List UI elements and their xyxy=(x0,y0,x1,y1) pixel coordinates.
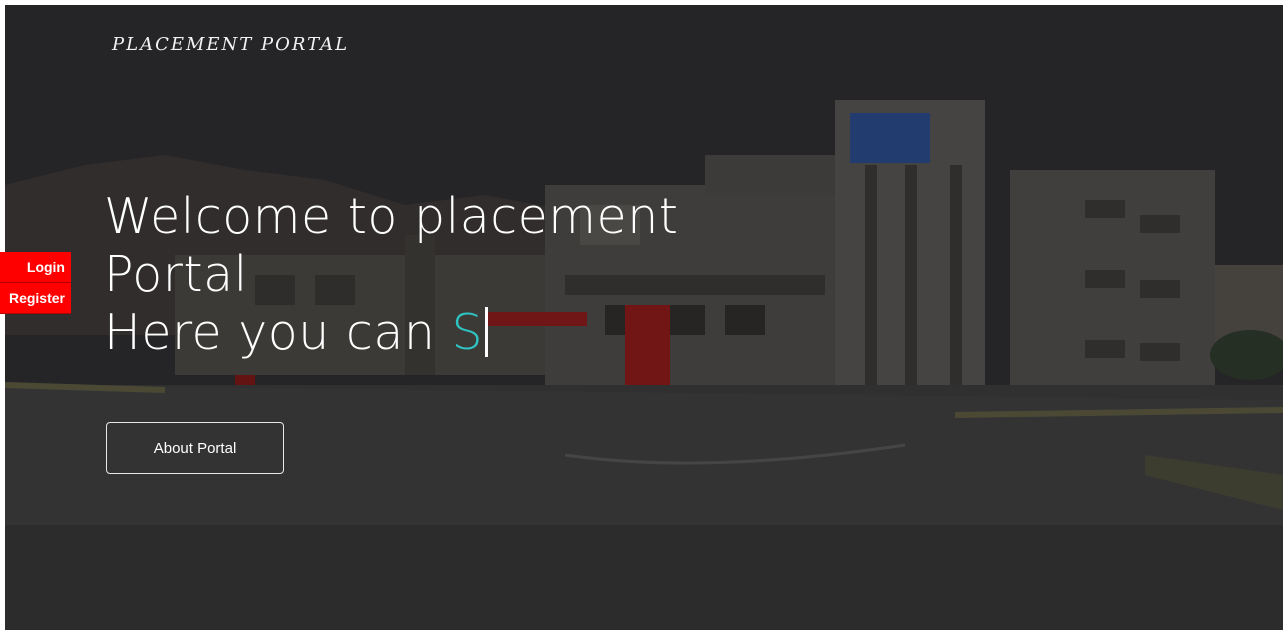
headline-line-3: Here you can S xyxy=(104,304,804,362)
headline-line-3-prefix: Here you can xyxy=(104,304,452,361)
login-tab[interactable]: Login xyxy=(0,252,71,283)
register-tab[interactable]: Register xyxy=(0,283,71,314)
typing-cursor xyxy=(485,307,489,357)
headline-line-2: Portal xyxy=(104,246,248,303)
hero-headline: Welcome to placement Portal Here you can… xyxy=(104,188,804,362)
side-nav: Login Register xyxy=(0,252,71,314)
typed-text: S xyxy=(451,304,484,361)
headline-line-1: Welcome to placement xyxy=(104,188,679,245)
about-portal-button[interactable]: About Portal xyxy=(106,422,284,474)
site-logo[interactable]: PLACEMENT PORTAL xyxy=(112,34,349,55)
